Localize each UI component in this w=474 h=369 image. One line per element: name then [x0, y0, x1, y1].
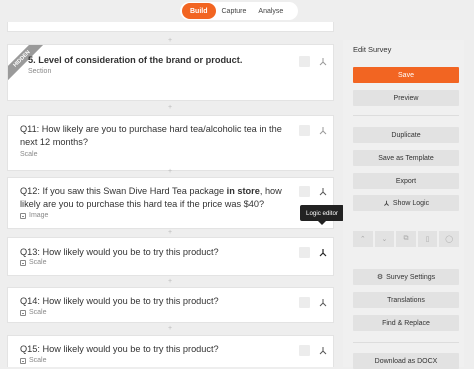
- question-text-emphasis: in store: [226, 186, 260, 196]
- scale-icon: [20, 357, 26, 364]
- divider: [353, 115, 459, 116]
- question-type-label: Scale: [29, 309, 47, 316]
- question-card[interactable]: Q15: How likely would you be to try this…: [7, 335, 334, 367]
- question-type-label: Scale: [29, 259, 47, 266]
- save-button[interactable]: Save: [353, 67, 459, 83]
- scale-icon: [20, 259, 26, 266]
- export-button[interactable]: Export: [353, 173, 459, 189]
- add-question-icon[interactable]: +: [166, 278, 174, 286]
- question-type-label: Section: [28, 68, 52, 75]
- question-type: Scale: [20, 259, 47, 266]
- select-checkbox[interactable]: [299, 247, 310, 258]
- select-checkbox[interactable]: [299, 345, 310, 356]
- logic-icon: [383, 200, 389, 206]
- question-card[interactable]: Q11: How likely are you to purchase hard…: [7, 115, 334, 171]
- select-checkbox[interactable]: [299, 125, 310, 136]
- question-text: Q15: How likely would you be to try this…: [20, 344, 219, 354]
- add-question-icon[interactable]: +: [166, 104, 174, 112]
- preview-button[interactable]: Preview: [353, 90, 459, 106]
- logic-icon[interactable]: [318, 248, 328, 258]
- question-card[interactable]: [7, 22, 334, 32]
- logic-icon[interactable]: [318, 298, 328, 308]
- select-checkbox[interactable]: [299, 56, 310, 67]
- translations-button[interactable]: Translations: [353, 292, 459, 308]
- survey-settings-button[interactable]: ⚙ Survey Settings: [353, 269, 459, 285]
- question-text: Q11: How likely are you to purchase hard…: [20, 124, 282, 147]
- save-as-template-button[interactable]: Save as Template: [353, 150, 459, 166]
- divider: [353, 342, 459, 343]
- show-logic-button[interactable]: Show Logic: [353, 195, 459, 211]
- duplicate-button[interactable]: Duplicate: [353, 127, 459, 143]
- gear-icon: ⚙: [376, 274, 384, 281]
- logic-icon[interactable]: [318, 187, 328, 197]
- add-question-icon[interactable]: +: [166, 168, 174, 176]
- logic-icon[interactable]: [318, 126, 328, 136]
- question-type: Scale: [20, 309, 47, 316]
- question-type: Section: [28, 68, 51, 75]
- move-toolbar: ⌃ ⌄ ⧉ ▯ ◯: [353, 231, 459, 247]
- question-type-label: Scale: [20, 151, 38, 158]
- tab-build[interactable]: Build: [182, 3, 216, 19]
- survey-canvas: + HIDDEN 5. Level of consideration of th…: [0, 22, 343, 367]
- question-text-part: Q12: If you saw this Swan Dive Hard Tea …: [20, 186, 227, 196]
- edit-survey-panel: Edit Survey Save Preview Duplicate Save …: [343, 40, 464, 369]
- question-card[interactable]: Q13: How likely would you be to try this…: [7, 237, 334, 276]
- question-card[interactable]: Q14: How likely would you be to try this…: [7, 287, 334, 323]
- logic-icon[interactable]: [318, 57, 328, 67]
- select-checkbox[interactable]: [299, 297, 310, 308]
- panel-title: Edit Survey: [353, 45, 392, 54]
- delete-icon[interactable]: ▯: [417, 231, 438, 247]
- top-bar: Build Capture Analyse: [0, 0, 474, 22]
- logic-editor-tooltip: Logic editor: [300, 205, 344, 225]
- question-card[interactable]: Q12: If you saw this Swan Dive Hard Tea …: [7, 177, 334, 229]
- tab-capture[interactable]: Capture: [216, 3, 253, 19]
- question-type-label: Scale: [29, 357, 47, 364]
- question-type: Scale: [20, 151, 38, 158]
- hide-icon[interactable]: ◯: [439, 231, 459, 247]
- scale-icon: [20, 309, 26, 316]
- tab-analyse[interactable]: Analyse: [252, 3, 289, 19]
- section-card[interactable]: HIDDEN 5. Level of consideration of the …: [7, 44, 334, 101]
- move-down-icon[interactable]: ⌄: [374, 231, 395, 247]
- image-icon: [20, 212, 26, 219]
- question-text: Q14: How likely would you be to try this…: [20, 296, 219, 306]
- question-text: Q12: If you saw this Swan Dive Hard Tea …: [20, 185, 300, 210]
- question-type: Image: [20, 212, 48, 219]
- mode-tabs: Build Capture Analyse: [180, 2, 298, 20]
- survey-settings-label: Survey Settings: [386, 273, 436, 281]
- question-type-label: Image: [29, 212, 49, 219]
- add-question-icon[interactable]: +: [166, 229, 174, 237]
- copy-icon[interactable]: ⧉: [396, 231, 416, 247]
- show-logic-label: Show Logic: [392, 199, 430, 207]
- question-type: Scale: [20, 357, 47, 364]
- select-checkbox[interactable]: [299, 186, 310, 197]
- logic-icon[interactable]: [318, 346, 328, 356]
- section-title: 5. Level of consideration of the brand o…: [28, 55, 243, 65]
- question-text: Q13: How likely would you be to try this…: [20, 247, 219, 257]
- move-up-icon[interactable]: ⌃: [353, 231, 373, 247]
- find-replace-button[interactable]: Find & Replace: [353, 315, 459, 331]
- add-question-icon[interactable]: +: [166, 325, 174, 333]
